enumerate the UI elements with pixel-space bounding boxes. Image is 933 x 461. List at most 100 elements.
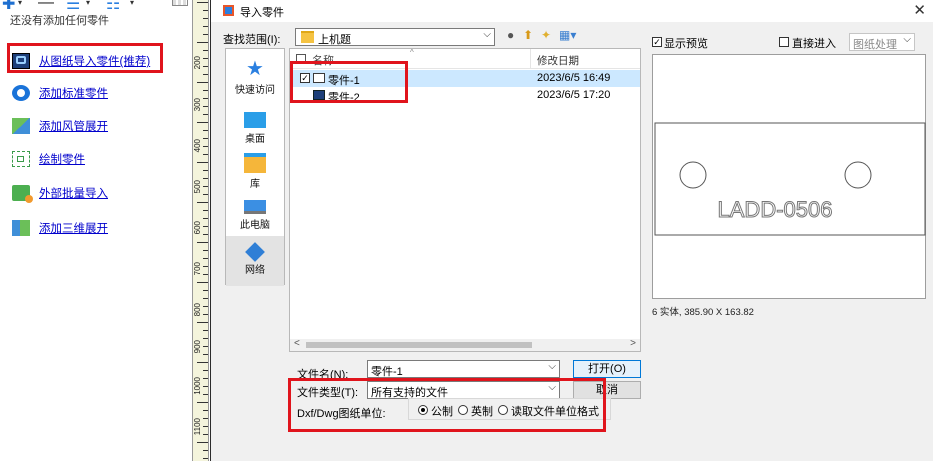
view-menu-icon[interactable]: ▦▾ — [559, 28, 576, 44]
file-name: 零件-1 — [328, 75, 360, 87]
ruler-tick — [203, 266, 208, 267]
quick-access-icon: ★ — [246, 58, 264, 80]
ruler-tick — [203, 274, 208, 275]
scroll-right-icon[interactable]: > — [630, 338, 636, 349]
column-divider[interactable] — [530, 49, 531, 69]
ruler-tick — [203, 10, 208, 11]
app-icon — [223, 5, 234, 16]
no-parts-message: 还没有添加任何零件 — [10, 15, 109, 27]
place-this-pc[interactable]: 此电脑 — [226, 192, 284, 242]
horizontal-scrollbar[interactable]: < > — [290, 338, 640, 351]
ruler-label: 900 — [193, 340, 202, 354]
ruler-tick — [203, 338, 208, 339]
file-date: 2023/6/5 17:20 — [537, 89, 611, 101]
ruler-tick — [203, 130, 208, 131]
up-folder-icon[interactable]: ⬆ — [523, 28, 533, 44]
ruler-tick — [203, 218, 208, 219]
filetype-select[interactable]: 所有支持的文件 ⌵ — [367, 381, 560, 399]
filename-value: 零件-1 — [371, 366, 403, 378]
file-row[interactable]: 零件-2 2023/6/5 17:20 — [290, 87, 640, 104]
places-bar: ★ 快速访问 桌面 库 此电脑 网络 — [225, 48, 285, 286]
scroll-left-icon[interactable]: < — [294, 338, 300, 349]
minus-icon[interactable]: — — [38, 0, 54, 12]
add-duct-unfold-link[interactable]: 添加风管展开 — [12, 117, 108, 135]
direct-enter-label[interactable]: 直接进入 — [792, 35, 836, 51]
select-all-checkbox[interactable] — [296, 54, 306, 64]
add-3d-unfold-link[interactable]: 添加三维展开 — [12, 219, 108, 237]
chevron-down-icon[interactable]: ▾ — [86, 0, 90, 7]
direct-enter-checkbox[interactable] — [779, 37, 789, 47]
drawing-file-icon — [313, 73, 325, 83]
show-preview-label[interactable]: 显示预览 — [664, 35, 708, 51]
place-library[interactable]: 库 — [226, 147, 284, 197]
close-icon[interactable]: ✕ — [913, 1, 926, 19]
ruler-tick — [203, 434, 208, 435]
ruler-tick — [203, 66, 208, 67]
open-button[interactable]: 打开(O) — [573, 360, 641, 378]
add-3d-unfold-label: 添加三维展开 — [39, 223, 108, 235]
chevron-down-icon[interactable]: ▾ — [18, 0, 22, 7]
add-standard-part-label: 添加标准零件 — [39, 88, 108, 100]
ruler-tick — [197, 122, 208, 123]
chevron-down-icon: ⌵ — [548, 361, 556, 372]
metric-label[interactable]: 公制 — [431, 403, 453, 419]
metric-radio[interactable] — [418, 405, 428, 415]
filename-field[interactable]: 零件-1 ⌵ — [367, 360, 560, 378]
drawing-type-select[interactable]: 图纸处理 ⌵ — [849, 33, 915, 51]
ruler-tick — [203, 154, 208, 155]
place-quick-access[interactable]: ★ 快速访问 — [226, 53, 284, 103]
filetype-label: 文件类型(T): — [297, 387, 359, 399]
draw-part-icon — [12, 151, 30, 167]
ruler-tick — [197, 242, 208, 243]
file-list[interactable]: 名称 ^ 修改日期 ✓ 零件-1 2023/6/5 16:49 零件-2 202… — [289, 48, 641, 352]
scrollbar-thumb[interactable] — [306, 342, 532, 348]
this-pc-icon — [244, 200, 266, 214]
ruler-label: 500 — [193, 180, 202, 194]
cancel-button[interactable]: 取消 — [573, 381, 641, 399]
parts-panel: ✚ ▾ — ☰ ▾ ☷ ▾ 还没有添加任何零件 从图纸导入零件(推荐) 添加标准… — [0, 0, 190, 461]
ruler-label: 200 — [193, 56, 202, 70]
place-network[interactable]: 网络 — [226, 236, 284, 286]
look-in-select[interactable]: 上机题 ⌵ — [295, 28, 495, 46]
chevron-down-icon[interactable]: ▾ — [130, 0, 134, 7]
ruler-tick — [203, 306, 208, 307]
ruler-tick — [203, 58, 208, 59]
ruler-tick — [203, 418, 208, 419]
ruler-label: 700 — [193, 262, 202, 276]
dialog-titlebar: 导入零件 ✕ — [211, 0, 933, 22]
file-row[interactable]: ✓ 零件-1 2023/6/5 16:49 — [290, 70, 640, 87]
look-in-label: 查找范围(I): — [223, 34, 281, 46]
name-column-header[interactable]: 名称 — [312, 52, 334, 68]
file-name: 零件-2 — [328, 92, 360, 104]
imperial-label[interactable]: 英制 — [471, 403, 493, 419]
ruler-tick — [203, 146, 208, 147]
grid-icon[interactable] — [172, 0, 188, 6]
ruler-label: 300 — [193, 98, 202, 112]
vertical-ruler: 200 300 400 500 600 700 800 900 1000 110… — [192, 0, 209, 461]
add-standard-part-link[interactable]: 添加标准零件 — [12, 84, 108, 102]
file-unit-label[interactable]: 读取文件单位格式 — [511, 403, 599, 419]
modified-column-header[interactable]: 修改日期 — [537, 53, 579, 68]
ruler-tick — [203, 26, 208, 27]
network-icon — [245, 242, 265, 262]
file-unit-radio[interactable] — [498, 405, 508, 415]
file-checkbox[interactable]: ✓ — [300, 73, 310, 83]
filename-label: 文件名(N): — [297, 369, 349, 381]
imperial-radio[interactable] — [458, 405, 468, 415]
import-from-drawing-link[interactable]: 从图纸导入零件(推荐) — [12, 52, 150, 70]
show-preview-checkbox[interactable]: ✓ — [652, 37, 662, 47]
draw-part-link[interactable]: 绘制零件 — [12, 150, 85, 168]
ruler-tick — [203, 458, 208, 459]
drawing-file-icon — [313, 90, 325, 100]
place-label: 桌面 — [245, 134, 265, 145]
new-folder-icon[interactable]: ✦ — [541, 28, 551, 44]
batch-import-link[interactable]: 外部批量导入 — [12, 184, 108, 203]
library-icon — [244, 153, 266, 173]
ruler-tick — [197, 362, 208, 363]
back-icon[interactable]: ● — [507, 28, 514, 44]
ruler-tick — [203, 50, 208, 51]
column-header: 名称 ^ 修改日期 — [290, 49, 640, 69]
ruler-tick — [203, 90, 208, 91]
ruler-tick — [203, 114, 208, 115]
place-label: 库 — [250, 179, 260, 190]
